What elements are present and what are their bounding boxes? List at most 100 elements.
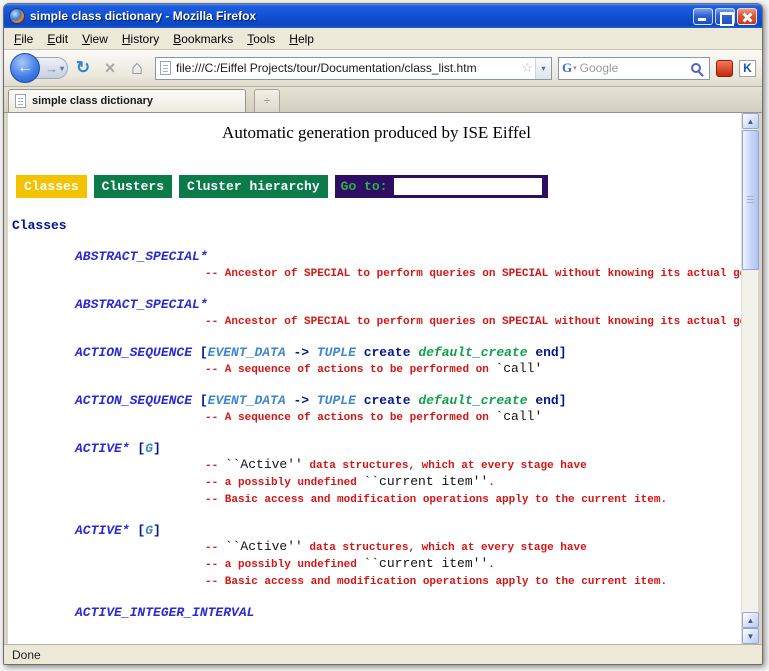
class-comment: -- ``Active'' data structures, which at …: [205, 457, 741, 474]
class-link[interactable]: ACTIVE* [G]: [75, 441, 741, 457]
search-box[interactable]: G ▾ Google: [558, 57, 710, 80]
search-input[interactable]: Google: [580, 61, 691, 75]
class-entry: ABSTRACT_SPECIAL* -- Ancestor of SPECIAL …: [12, 297, 741, 330]
token-cls: ACTION_SEQUENCE: [75, 393, 192, 408]
token-sym: [: [192, 393, 208, 408]
menu-bookmarks[interactable]: Bookmarks: [166, 29, 240, 49]
google-logo-icon: G: [562, 60, 572, 76]
class-list: ABSTRACT_SPECIAL*-- Ancestor of SPECIAL …: [12, 249, 741, 621]
class-link[interactable]: ACTIVE_INTEGER_INTERVAL: [75, 605, 741, 621]
class-entry: ABSTRACT_SPECIAL*-- Ancestor of SPECIAL …: [12, 249, 741, 282]
close-button[interactable]: [737, 8, 757, 25]
menu-history[interactable]: History: [115, 29, 166, 49]
token-code: `call': [495, 361, 542, 376]
page-nav-row: Classes Clusters Cluster hierarchy Go to:: [16, 175, 741, 198]
class-link[interactable]: ACTIVE* [G]: [75, 523, 741, 539]
class-comment: -- Ancestor of SPECIAL to perform querie…: [205, 313, 741, 330]
menu-tools[interactable]: Tools: [240, 29, 282, 49]
token-cmt: .: [488, 559, 495, 571]
menu-view[interactable]: View: [75, 29, 115, 49]
extension-icon-k[interactable]: K: [739, 60, 756, 77]
token-cmt: -- A sequence of actions to be performed…: [205, 412, 495, 424]
token-sym: [: [130, 441, 146, 456]
token-sym: ]: [559, 393, 567, 408]
class-entry: ACTIVE* [G]-- ``Active'' data structures…: [12, 523, 741, 590]
token-cls: ABSTRACT_SPECIAL*: [75, 249, 208, 264]
token-gen: TUPLE: [317, 393, 356, 408]
goto-input[interactable]: [394, 178, 542, 195]
tab-simple-class-dictionary[interactable]: simple class dictionary: [8, 89, 246, 112]
scrollbar-thumb[interactable]: [742, 130, 759, 270]
class-entry: ACTIVE_INTEGER_INTERVAL: [12, 605, 741, 621]
url-bar[interactable]: file:///C:/Eiffel Projects/tour/Document…: [155, 57, 552, 80]
tab-bar: simple class dictionary ÷: [4, 87, 762, 113]
content-area: Automatic generation produced by ISE Eif…: [4, 113, 762, 644]
nav-button-clusters[interactable]: Clusters: [94, 175, 172, 198]
menu-help[interactable]: Help: [282, 29, 321, 49]
refresh-button[interactable]: ↻: [71, 56, 95, 80]
class-link[interactable]: ACTION_SEQUENCE [EVENT_DATA -> TUPLE cre…: [75, 345, 741, 361]
goto-box: Go to:: [335, 175, 549, 198]
page-title: Automatic generation produced by ISE Eif…: [12, 123, 741, 143]
class-comment: -- Basic access and modification operati…: [205, 491, 741, 508]
nav-button-classes[interactable]: Classes: [16, 175, 87, 198]
token-sym: ->: [286, 345, 317, 360]
token-cmt: -- Ancestor of SPECIAL to perform querie…: [205, 316, 741, 328]
url-text[interactable]: file:///C:/Eiffel Projects/tour/Document…: [176, 61, 519, 75]
token-sym: ]: [153, 523, 161, 538]
document-page: Automatic generation produced by ISE Eif…: [8, 113, 741, 644]
search-icon[interactable]: [691, 63, 701, 73]
scroll-up-button-bottom[interactable]: ▲: [742, 612, 759, 628]
window-controls: [693, 8, 757, 25]
menu-bar: FileEditViewHistoryBookmarksToolsHelp: [4, 28, 762, 50]
class-link[interactable]: ACTION_SEQUENCE [EVENT_DATA -> TUPLE cre…: [75, 393, 741, 409]
token-gen: G: [145, 523, 153, 538]
page-icon: [160, 61, 171, 75]
token-kw: create: [356, 393, 418, 408]
class-entry: ACTIVE* [G]-- ``Active'' data structures…: [12, 441, 741, 508]
menu-edit[interactable]: Edit: [40, 29, 75, 49]
scroll-down-button[interactable]: ▼: [742, 628, 759, 644]
bookmark-star-icon[interactable]: ☆: [521, 60, 533, 76]
class-comment: -- a possibly undefined ``current item''…: [205, 474, 741, 491]
token-sym: ->: [286, 393, 317, 408]
class-entry: ACTION_SEQUENCE [EVENT_DATA -> TUPLE cre…: [12, 393, 741, 426]
stop-button[interactable]: ×: [98, 56, 122, 80]
token-code: `call': [495, 409, 542, 424]
token-feat: default_create: [418, 345, 527, 360]
firefox-icon: [9, 8, 25, 24]
class-comment: -- Ancestor of SPECIAL to perform querie…: [205, 265, 741, 282]
vertical-scrollbar[interactable]: ▲ ▲ ▼: [741, 113, 758, 644]
extension-icon-red[interactable]: [716, 60, 733, 77]
nav-button-cluster-hierarchy[interactable]: Cluster hierarchy: [179, 175, 328, 198]
token-cmt: .: [488, 477, 495, 489]
token-gen: TUPLE: [317, 345, 356, 360]
maximize-button[interactable]: [715, 8, 735, 25]
class-comment: -- Basic access and modification operati…: [205, 573, 741, 590]
window-title: simple class dictionary - Mozilla Firefo…: [30, 9, 688, 23]
history-dropdown-icon[interactable]: ▾: [60, 64, 64, 73]
tab-page-icon: [15, 94, 26, 108]
token-cls: ACTION_SEQUENCE: [75, 345, 192, 360]
status-text: Done: [12, 648, 41, 662]
tab-label: simple class dictionary: [32, 95, 153, 107]
class-link[interactable]: ABSTRACT_SPECIAL*: [75, 249, 741, 265]
scroll-up-button[interactable]: ▲: [742, 113, 759, 129]
search-engine-dropdown-icon[interactable]: ▾: [573, 64, 577, 72]
token-cls: ACTIVE*: [75, 523, 130, 538]
title-bar: simple class dictionary - Mozilla Firefo…: [4, 4, 762, 28]
token-code: ``current item'': [363, 474, 488, 489]
forward-arrow-icon: →: [45, 61, 58, 76]
home-button[interactable]: ⌂: [125, 56, 149, 80]
token-cls: ACTIVE_INTEGER_INTERVAL: [75, 605, 254, 620]
token-code: ``current item'': [363, 556, 488, 571]
page-nav-buttons: Classes Clusters Cluster hierarchy: [16, 175, 328, 198]
minimize-button[interactable]: [693, 8, 713, 25]
tab-overflow-stub[interactable]: ÷: [254, 89, 280, 112]
menu-file[interactable]: File: [7, 29, 40, 49]
class-link[interactable]: ABSTRACT_SPECIAL*: [75, 297, 741, 313]
url-dropdown-button[interactable]: ▾: [535, 58, 551, 79]
token-sym: ]: [559, 345, 567, 360]
back-button[interactable]: ←: [10, 53, 40, 83]
token-gen: G: [145, 441, 153, 456]
